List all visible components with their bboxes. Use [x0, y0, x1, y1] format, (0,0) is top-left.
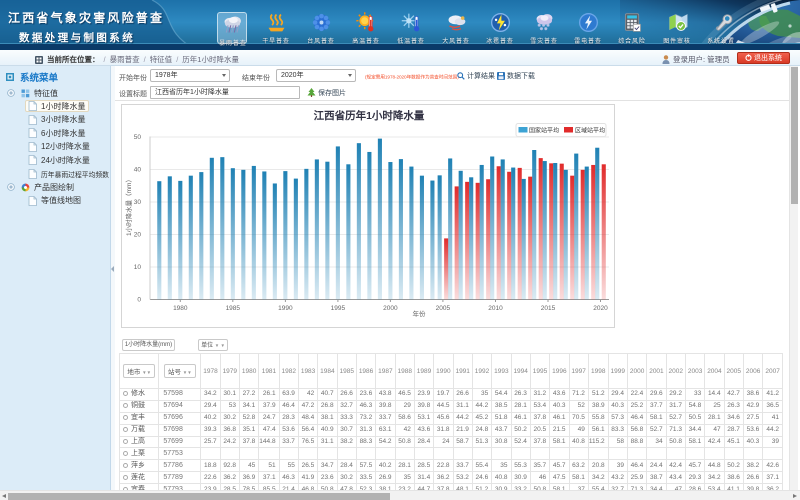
- svg-text:江西省历年1小时降水量: 江西省历年1小时降水量: [314, 109, 425, 122]
- svg-text:10: 10: [134, 264, 142, 271]
- svg-text:20: 20: [134, 232, 142, 239]
- svg-text:1995: 1995: [331, 305, 346, 312]
- svg-text:2010: 2010: [488, 305, 503, 312]
- svg-text:50: 50: [134, 134, 142, 141]
- svg-text:40: 40: [134, 167, 142, 174]
- svg-text:1990: 1990: [278, 305, 293, 312]
- svg-text:1980: 1980: [173, 305, 188, 312]
- svg-text:30: 30: [134, 199, 142, 206]
- svg-text:2000: 2000: [383, 305, 398, 312]
- svg-text:区域站平均: 区域站平均: [575, 127, 605, 135]
- svg-text:年份: 年份: [413, 309, 427, 318]
- svg-text:2015: 2015: [541, 305, 556, 312]
- svg-text:0: 0: [137, 297, 141, 304]
- svg-text:1985: 1985: [226, 305, 241, 312]
- svg-text:1小时降水量（mm）: 1小时降水量（mm）: [124, 176, 133, 236]
- svg-text:2005: 2005: [436, 305, 451, 312]
- svg-text:2020: 2020: [593, 305, 608, 312]
- svg-text:国家站平均: 国家站平均: [529, 127, 559, 135]
